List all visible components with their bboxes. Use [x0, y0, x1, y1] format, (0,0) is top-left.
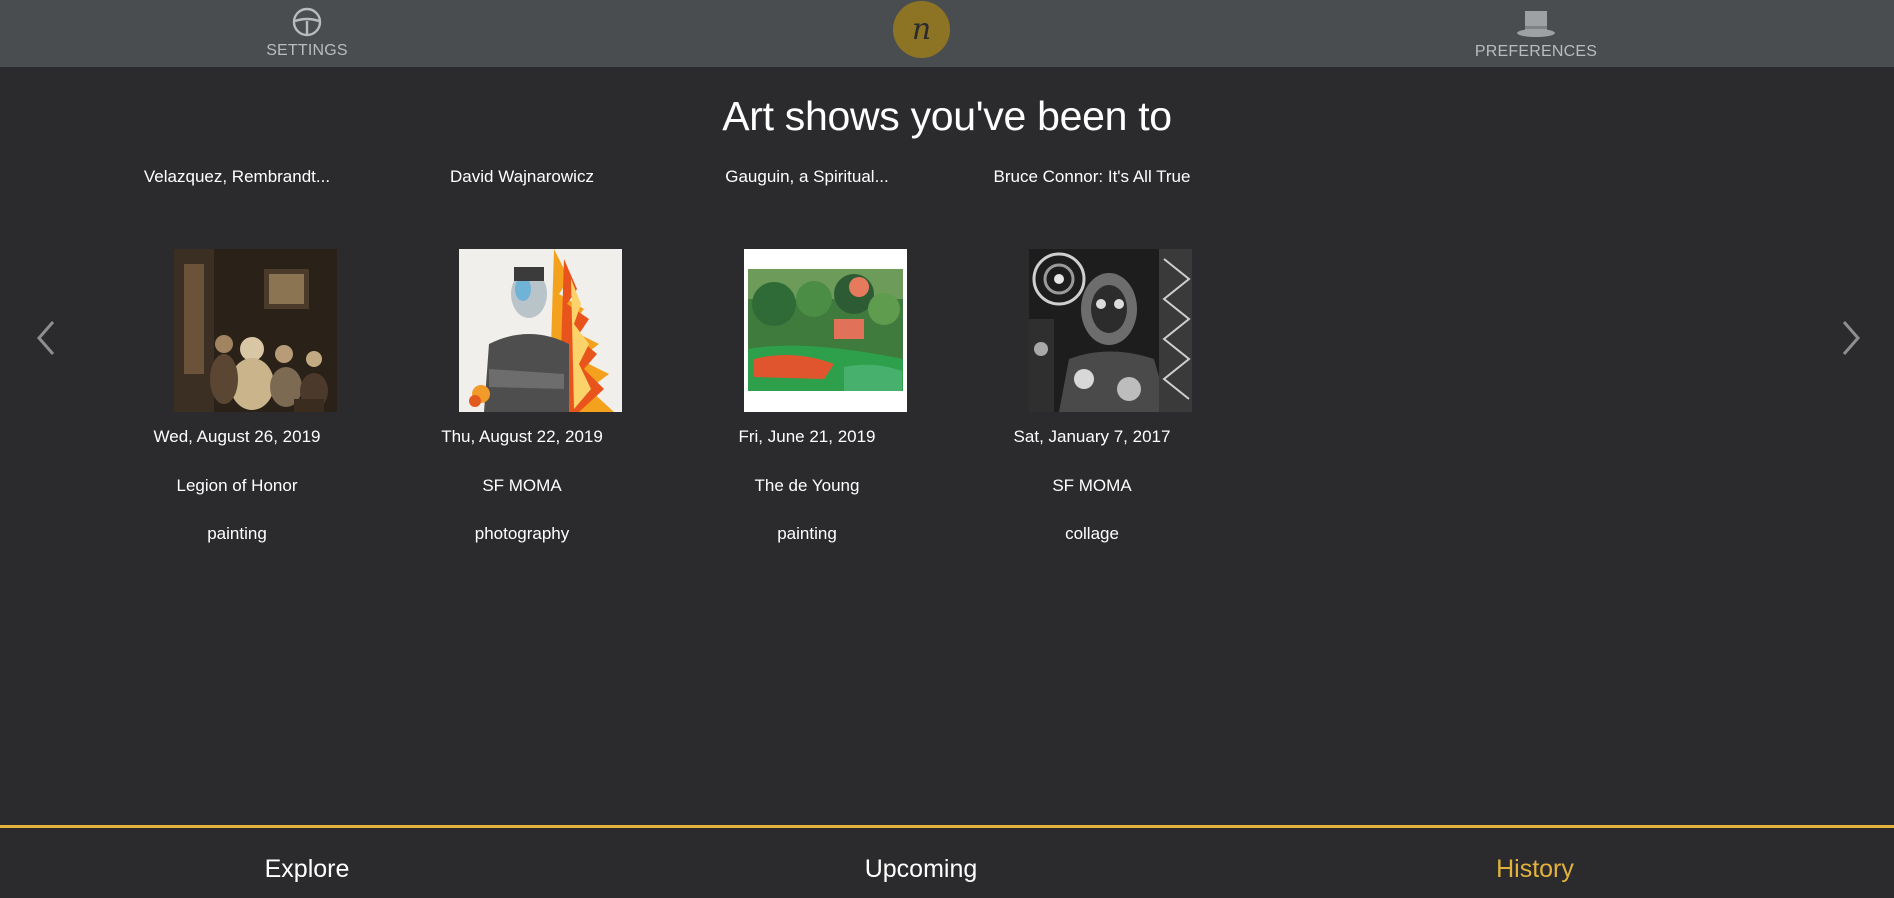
show-medium: photography [474, 524, 570, 543]
show-venue: SF MOMA [482, 476, 562, 495]
settings-label: SETTINGS [266, 42, 348, 59]
show-thumbnail[interactable] [174, 249, 337, 412]
show-date: Wed, August 26, 2019 [153, 427, 321, 446]
show-date: Thu, August 22, 2019 [441, 427, 603, 446]
show-name: Bruce Connor: It's All True [993, 167, 1191, 186]
app-logo[interactable]: n [893, 1, 950, 58]
settings-button[interactable]: SETTINGS [227, 0, 387, 67]
show-thumbnail[interactable] [744, 249, 907, 412]
page-title: Art shows you've been to [722, 93, 1172, 139]
preferences-label: PREFERENCES [1474, 43, 1598, 60]
top-hat-icon [1517, 11, 1555, 37]
chevron-right-icon[interactable] [1836, 318, 1866, 358]
chevron-left-icon[interactable] [33, 318, 63, 358]
show-name: Gauguin, a Spiritual... [725, 167, 889, 186]
show-medium: painting [777, 524, 837, 543]
show-medium: painting [207, 524, 267, 543]
show-date: Sat, January 7, 2017 [1013, 427, 1171, 446]
show-thumbnail[interactable] [1029, 249, 1192, 412]
preferences-button[interactable]: PREFERENCES [1456, 0, 1616, 67]
tab-history[interactable]: History [1415, 855, 1655, 884]
logo-letter: n [911, 12, 932, 47]
show-name: David Wajnarowicz [450, 167, 594, 186]
tab-explore[interactable]: Explore [187, 855, 427, 884]
show-venue: Legion of Honor [176, 476, 298, 495]
bottom-tab-bar: Explore Upcoming History [0, 825, 1894, 898]
show-medium: collage [1065, 524, 1119, 543]
steering-wheel-icon [292, 7, 322, 37]
top-navigation-bar: SETTINGS n PREFERENCES [0, 0, 1894, 67]
show-thumbnail[interactable] [459, 249, 622, 412]
show-date: Fri, June 21, 2019 [738, 427, 876, 446]
show-name: Velazquez, Rembrandt... [143, 167, 331, 186]
tab-upcoming[interactable]: Upcoming [801, 855, 1041, 884]
show-venue: The de Young [754, 476, 860, 495]
show-venue: SF MOMA [1052, 476, 1132, 495]
